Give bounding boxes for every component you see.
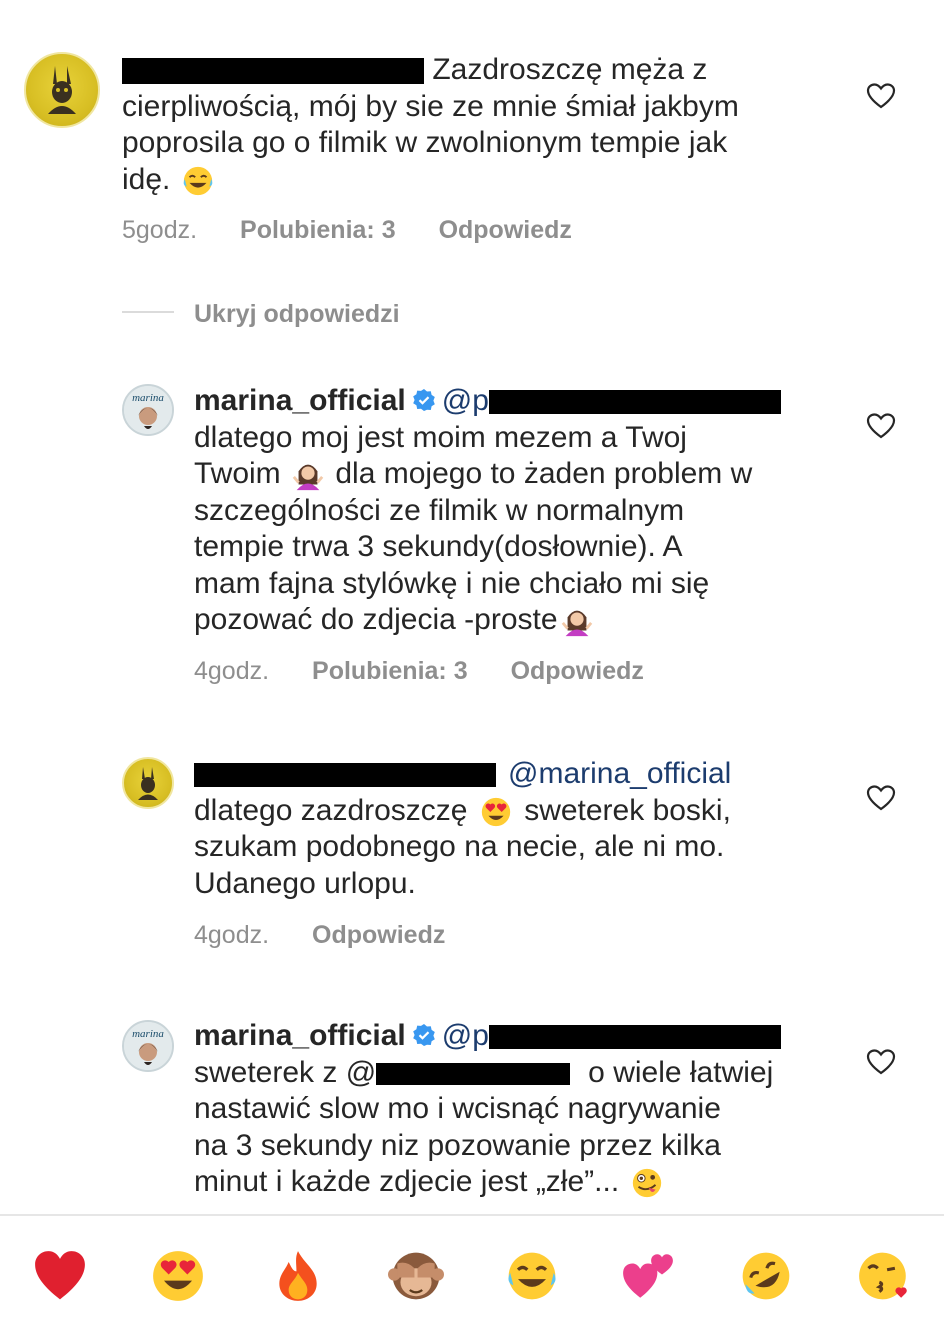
heart-eyes-emoji-icon — [481, 797, 511, 826]
shrug-woman-emoji-icon — [292, 464, 324, 491]
likes-count[interactable]: Polubienia: 3 — [240, 216, 396, 244]
two-hearts-icon[interactable] — [620, 1248, 676, 1304]
mention[interactable]: @p — [442, 384, 489, 417]
quick-emoji-bar — [0, 1214, 944, 1342]
comment-time: 5godz. — [122, 216, 198, 244]
redacted-mention — [488, 390, 781, 415]
redacted-mention — [376, 1062, 571, 1085]
username[interactable]: marina_official — [194, 384, 406, 417]
heart-eyes-icon[interactable] — [150, 1248, 206, 1304]
like-heart-icon[interactable] — [866, 1048, 896, 1076]
marina-avatar[interactable]: marina — [122, 384, 174, 436]
likes-count[interactable]: Polubienia: 3 — [312, 657, 468, 685]
redacted-username — [122, 58, 424, 85]
mention[interactable]: @p — [442, 1019, 489, 1052]
tears-of-joy-icon[interactable] — [504, 1248, 560, 1304]
mention[interactable]: @marina_official — [508, 757, 731, 790]
username[interactable]: marina_official — [194, 1019, 406, 1052]
marina-avatar[interactable]: marina — [122, 1020, 174, 1072]
marina-avatar-icon: marina — [124, 386, 172, 434]
reply-button[interactable]: Odpowiedz — [511, 657, 644, 685]
comment-text: Zazdroszczę męża z cierpliwością, mój by… — [122, 52, 739, 198]
reply-meta: 4godz. Odpowiedz — [194, 921, 481, 950]
rofl-icon[interactable] — [738, 1248, 794, 1304]
like-heart-icon[interactable] — [866, 412, 896, 440]
like-heart-icon[interactable] — [866, 82, 896, 110]
hide-replies-button[interactable]: Ukryj odpowiedzi — [122, 300, 400, 334]
hide-replies-label: Ukryj odpowiedzi — [194, 300, 400, 328]
redacted-mention — [488, 1025, 781, 1050]
zany-face-emoji-icon — [632, 1168, 661, 1198]
red-heart-icon[interactable] — [32, 1248, 88, 1304]
comment-time: 4godz. — [194, 921, 270, 949]
see-no-evil-monkey-icon[interactable] — [388, 1248, 444, 1304]
tears-of-joy-emoji-icon — [183, 166, 213, 195]
reply-button[interactable]: Odpowiedz — [312, 921, 445, 949]
user-avatar[interactable] — [122, 757, 174, 809]
bunny-avatar-icon — [48, 66, 76, 114]
kissing-heart-icon[interactable] — [856, 1248, 912, 1304]
divider-line — [122, 311, 174, 314]
user-avatar[interactable] — [24, 52, 100, 128]
fire-icon[interactable] — [270, 1248, 326, 1304]
avatar-brand-text: marina — [132, 392, 164, 404]
verified-badge-icon — [412, 1024, 435, 1047]
reply-text: marina_official @p sweterek z @ o wiele ła… — [194, 1018, 781, 1201]
reply-text: marina_official @p dlatego moj jest moim … — [194, 383, 781, 639]
like-heart-icon[interactable] — [866, 784, 896, 812]
verified-badge-icon — [412, 389, 435, 412]
marina-avatar-icon: marina — [124, 1022, 172, 1070]
comment-time: 4godz. — [194, 657, 270, 685]
bunny-avatar-icon — [138, 767, 158, 800]
reply-button[interactable]: Odpowiedz — [439, 216, 572, 244]
shrug-woman-emoji-icon — [561, 610, 592, 637]
comment-meta: 5godz. Polubienia: 3 Odpowiedz — [122, 216, 608, 245]
avatar-brand-text: marina — [132, 1028, 164, 1040]
reply-text: @marina_official dlatego zazdroszczę swe… — [194, 757, 732, 900]
comments-page: Zazdroszczę męża z cierpliwością, mój by… — [0, 0, 944, 1342]
redacted-username — [194, 763, 496, 788]
reply-meta: 4godz. Polubienia: 3 Odpowiedz — [194, 657, 680, 686]
